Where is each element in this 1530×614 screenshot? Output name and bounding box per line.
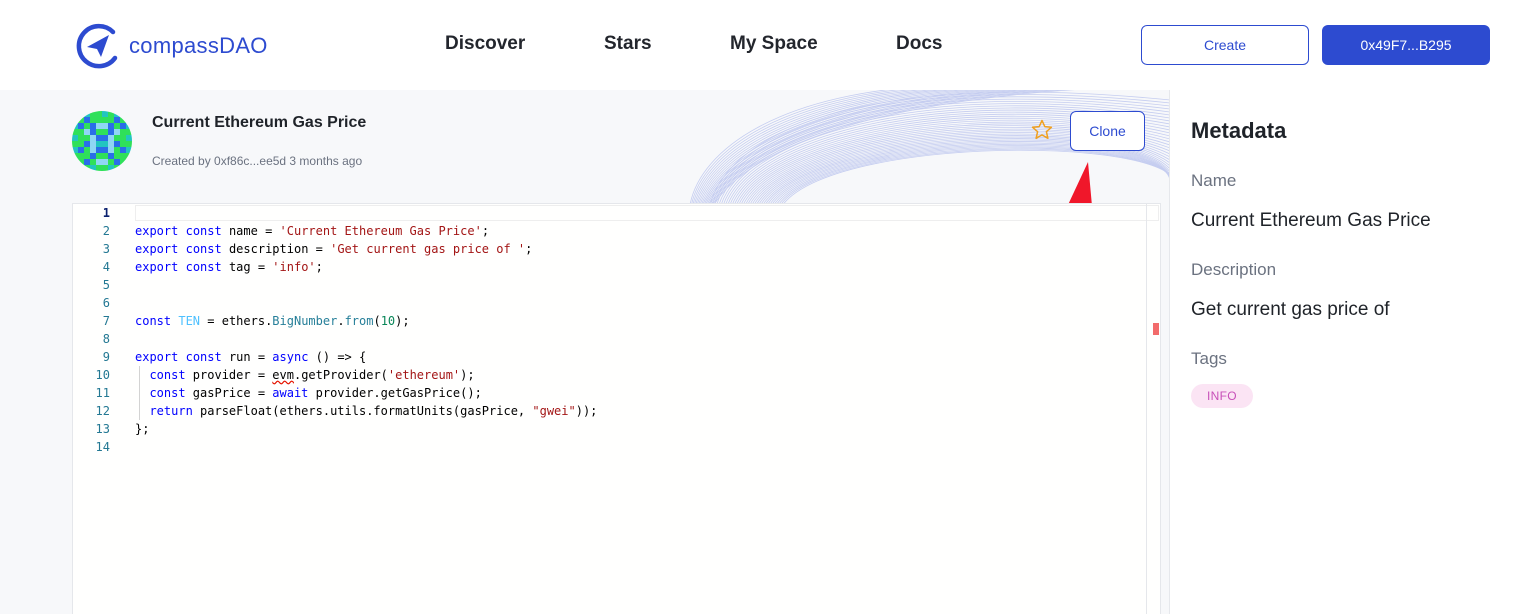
line-number: 8	[102, 332, 110, 346]
script-avatar	[72, 111, 132, 171]
logo[interactable]: compassDAO	[75, 22, 268, 70]
code-line: return parseFloat(ethers.utils.formatUni…	[149, 404, 598, 418]
line-number: 5	[102, 278, 110, 292]
nav-my-space[interactable]: My Space	[730, 33, 818, 55]
line-number: 11	[95, 386, 110, 400]
metadata-sidebar: Metadata Name Current Ethereum Gas Price…	[1170, 90, 1530, 614]
code-line: export const name = 'Current Ethereum Ga…	[135, 224, 490, 238]
tags-label: Tags	[1191, 349, 1227, 368]
nav-stars[interactable]: Stars	[604, 33, 652, 55]
code-line: const TEN = ethers.BigNumber.from(10);	[135, 314, 410, 328]
overview-ruler-error-marker	[1153, 323, 1159, 335]
script-created-by: Created by 0xf86c...ee5d 3 months ago	[152, 154, 363, 168]
script-title: Current Ethereum Gas Price	[152, 114, 367, 131]
name-label: Name	[1191, 171, 1237, 190]
editor-scrollbar-track[interactable]	[1146, 204, 1147, 614]
line-number: 3	[102, 242, 110, 256]
compass-logo-icon	[76, 23, 118, 69]
tag-badge[interactable]: INFO	[1191, 384, 1253, 408]
code-line: };	[135, 422, 150, 436]
line-number-gutter: 1 2 3 4 5 6 7 8 9 10 11 12 13 14	[73, 204, 123, 614]
line-number: 4	[102, 260, 110, 274]
nav-discover[interactable]: Discover	[445, 33, 525, 55]
name-value: Current Ethereum Gas Price	[1191, 210, 1431, 231]
top-header: compassDAO Discover Stars My Space Docs …	[0, 0, 1530, 90]
line-number: 10	[95, 368, 110, 382]
create-button[interactable]: Create	[1141, 25, 1309, 65]
code-editor[interactable]: 1 2 3 4 5 6 7 8 9 10 11 12 13 14 export …	[72, 203, 1161, 614]
code-line: const provider = evm.getProvider('ethere…	[149, 368, 475, 382]
code-line: export const run = async () => {	[135, 350, 367, 364]
wallet-button[interactable]: 0x49F7...B295	[1322, 25, 1490, 65]
line-number: 9	[102, 350, 110, 364]
code-line: const gasPrice = await provider.getGasPr…	[149, 386, 482, 400]
description-value: Get current gas price of	[1191, 299, 1390, 320]
nav-docs[interactable]: Docs	[896, 33, 942, 55]
line-number: 6	[102, 296, 110, 310]
line-number: 7	[102, 314, 110, 328]
code-line: export const description = 'Get current …	[135, 242, 533, 256]
code-line: export const tag = 'info';	[135, 260, 323, 274]
editor-right-edge	[1160, 204, 1161, 614]
line-number: 2	[102, 224, 110, 238]
line-number: 13	[95, 422, 110, 436]
line-number: 1	[102, 206, 110, 220]
code-text-area[interactable]: export const name = 'Current Ethereum Ga…	[135, 204, 1147, 614]
description-label: Description	[1191, 260, 1277, 279]
line-number: 14	[95, 440, 110, 454]
logo-text: compassDAO	[129, 33, 268, 58]
line-number: 12	[95, 404, 110, 418]
metadata-heading: Metadata	[1191, 118, 1287, 143]
script-detail-panel: Current Ethereum Gas Price Created by 0x…	[0, 90, 1169, 614]
